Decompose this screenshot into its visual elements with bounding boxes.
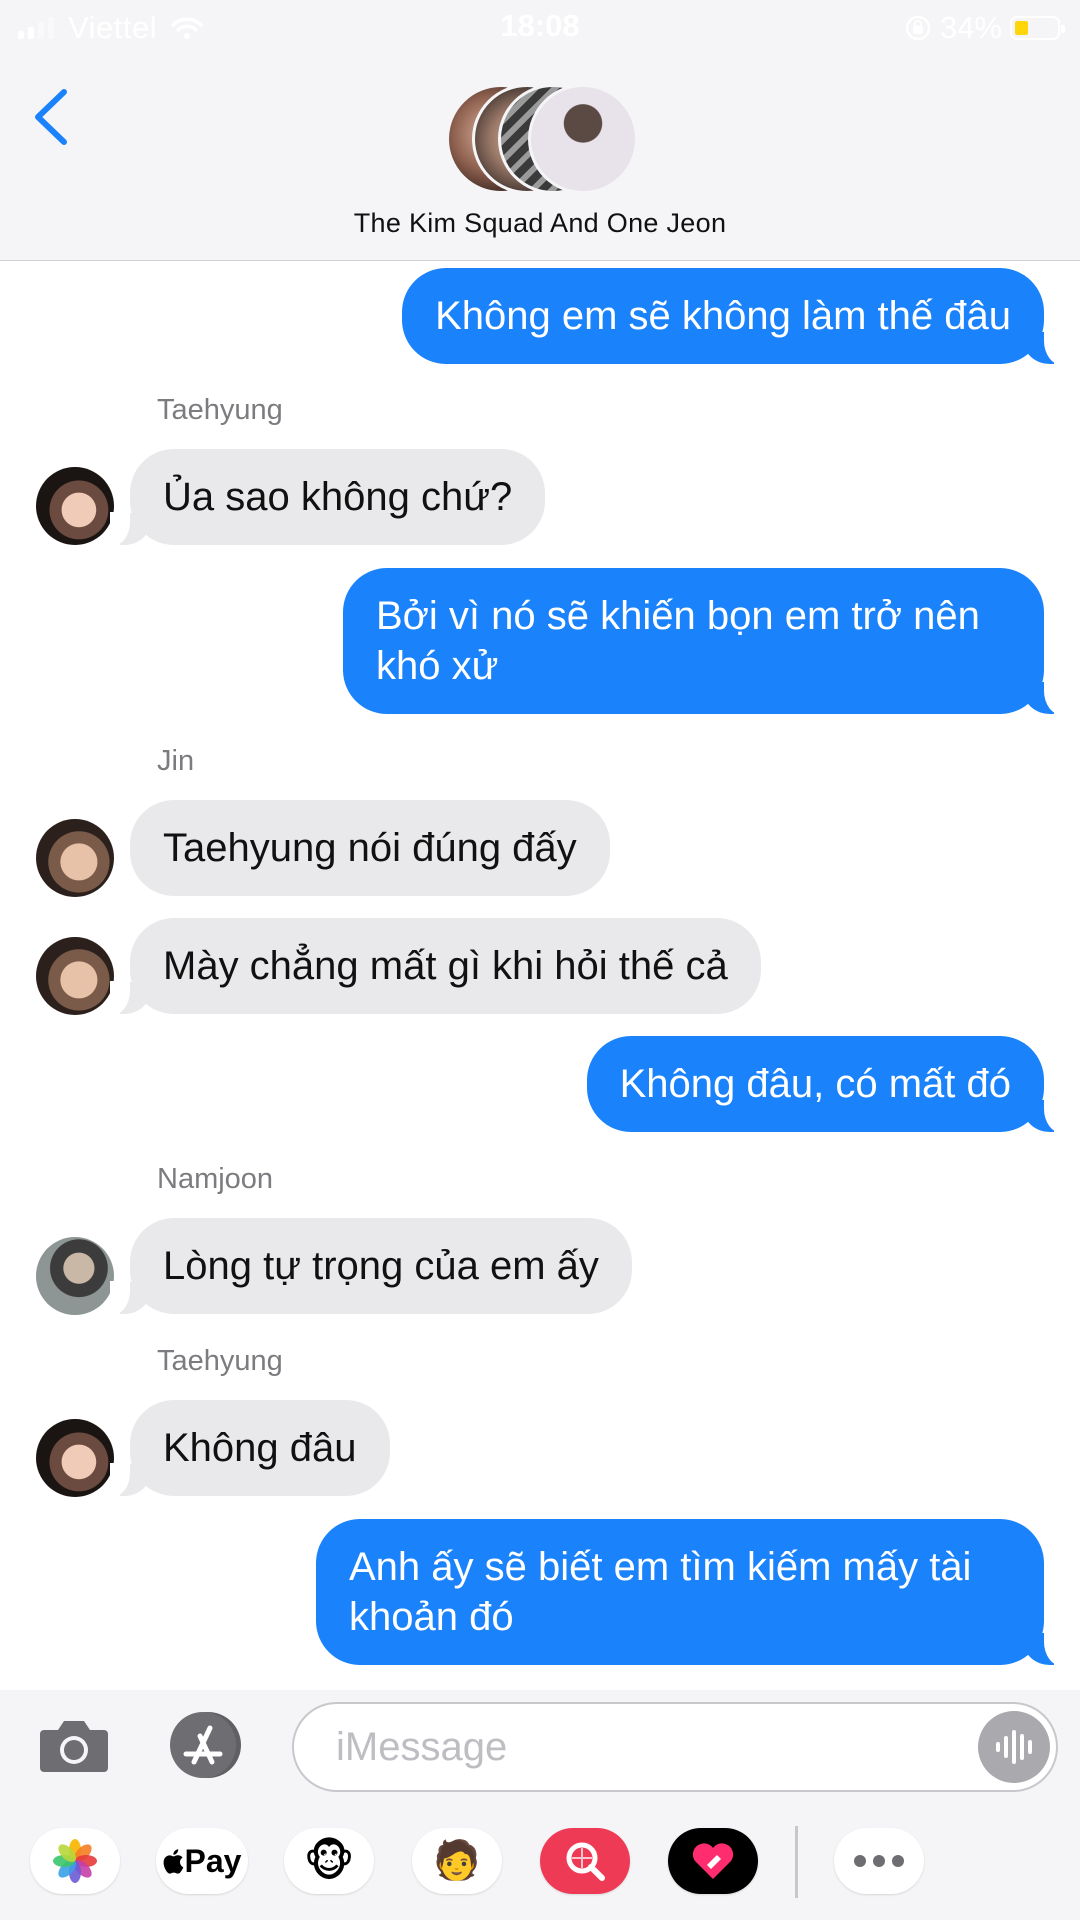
rotation-lock-icon bbox=[905, 15, 931, 41]
avatar bbox=[36, 1237, 114, 1315]
outgoing-message[interactable]: Bởi vì nó sẽ khiến bọn em trở nên khó xử bbox=[343, 568, 1064, 715]
group-name[interactable]: The Kim Squad And One Jeon bbox=[0, 208, 1080, 239]
camera-icon[interactable] bbox=[38, 1714, 110, 1776]
waveform-icon[interactable] bbox=[978, 1711, 1050, 1783]
animoji-icon[interactable]: 🐵 bbox=[284, 1828, 374, 1894]
memoji-faces: 🧑 bbox=[433, 1840, 481, 1882]
apple-pay-label: Pay bbox=[184, 1842, 242, 1879]
image-search-icon[interactable] bbox=[540, 1828, 630, 1894]
avatar bbox=[528, 84, 638, 194]
sender-name: Jin bbox=[157, 745, 195, 777]
avatar bbox=[36, 467, 114, 545]
monkey-emoji: 🐵 bbox=[303, 1836, 355, 1886]
incoming-message[interactable]: Không đâu bbox=[110, 1400, 390, 1497]
incoming-message[interactable]: Taehyung nói đúng đấy bbox=[130, 800, 610, 896]
photos-icon[interactable] bbox=[30, 1828, 120, 1894]
battery-icon bbox=[1010, 16, 1065, 40]
sender-name: Namjoon bbox=[157, 1163, 274, 1195]
avatar bbox=[36, 937, 114, 1015]
drawer-divider bbox=[795, 1826, 798, 1898]
outgoing-message[interactable]: Không em sẽ không làm thế đâu bbox=[402, 268, 1064, 365]
avatar bbox=[36, 1419, 114, 1497]
outgoing-message[interactable]: Anh ấy sẽ biết em tìm kiếm mấy tài khoản… bbox=[316, 1519, 1064, 1666]
apple-pay-icon[interactable]: Pay bbox=[156, 1828, 248, 1894]
group-avatar-stack[interactable] bbox=[446, 84, 638, 194]
incoming-message[interactable]: Mày chẳng mất gì khi hỏi thế cả bbox=[110, 918, 761, 1015]
message-placeholder: iMessage bbox=[336, 1725, 508, 1769]
outgoing-message[interactable]: Không đâu, có mất đó bbox=[586, 1036, 1065, 1133]
more-icon[interactable] bbox=[834, 1828, 924, 1894]
app-store-icon[interactable] bbox=[164, 1710, 246, 1780]
message-input[interactable]: iMessage bbox=[292, 1702, 1058, 1792]
chevron-left-icon[interactable] bbox=[28, 84, 78, 150]
avatar bbox=[36, 819, 114, 897]
memoji-icon[interactable]: 🧑 bbox=[412, 1828, 502, 1894]
sender-name: Taehyung bbox=[157, 394, 283, 426]
digital-touch-icon[interactable] bbox=[668, 1828, 758, 1894]
sender-name: Taehyung bbox=[157, 1345, 283, 1377]
incoming-message[interactable]: Ủa sao không chứ? bbox=[109, 449, 546, 546]
incoming-message[interactable]: Lòng tự trọng của em ấy bbox=[110, 1218, 632, 1315]
battery-percent: 34% bbox=[939, 10, 1002, 45]
apple-logo-icon bbox=[163, 1849, 183, 1874]
status-bar: Viettel 18:08 34% bbox=[0, 0, 1080, 56]
